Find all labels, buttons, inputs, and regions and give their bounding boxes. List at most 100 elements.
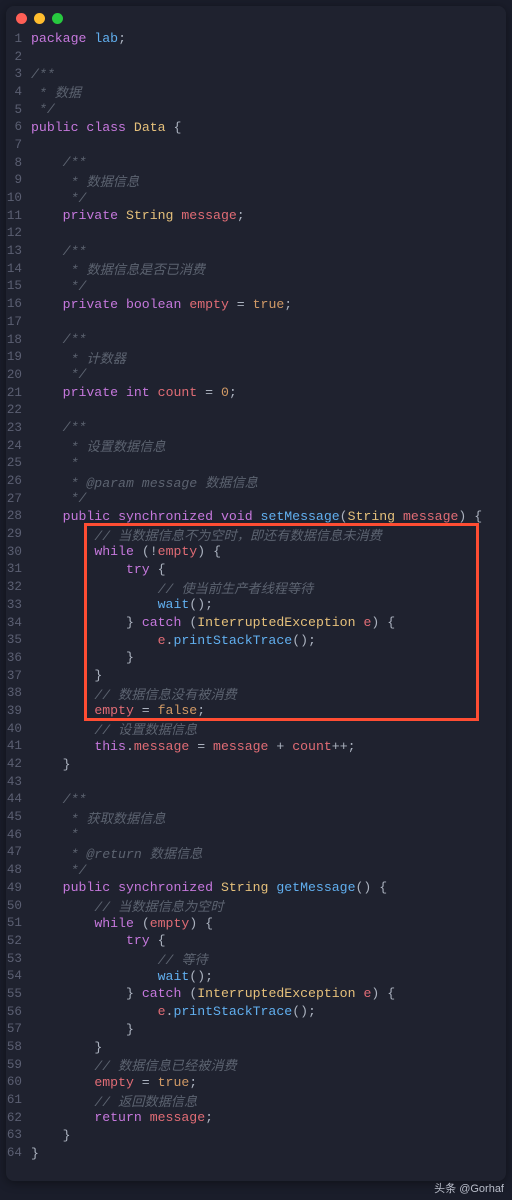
code-line[interactable]: 32 // 使当前生产者线程等待 <box>6 578 506 596</box>
code-line[interactable]: 10 */ <box>6 189 506 207</box>
code-content: /** <box>31 332 506 347</box>
code-line[interactable]: 40 // 设置数据信息 <box>6 720 506 738</box>
code-content: * 数据信息 <box>31 171 506 190</box>
code-content: } <box>31 668 506 683</box>
line-number: 52 <box>6 934 31 948</box>
code-content: /** <box>31 155 506 170</box>
code-line[interactable]: 27 */ <box>6 490 506 508</box>
code-line[interactable]: 2 <box>6 48 506 66</box>
code-line[interactable]: 15 */ <box>6 278 506 296</box>
code-line[interactable]: 43 <box>6 773 506 791</box>
code-line[interactable]: 63 } <box>6 1127 506 1145</box>
code-line[interactable]: 29 // 当数据信息不为空时，即还有数据信息未消费 <box>6 525 506 543</box>
code-line[interactable]: 7 <box>6 136 506 154</box>
code-line[interactable]: 39 empty = false; <box>6 702 506 720</box>
code-line[interactable]: 64} <box>6 1144 506 1162</box>
code-line[interactable]: 60 empty = true; <box>6 1074 506 1092</box>
code-content: * <box>31 456 506 471</box>
code-line[interactable]: 23 /** <box>6 419 506 437</box>
minimize-icon[interactable] <box>34 13 45 24</box>
code-line[interactable]: 4 * 数据 <box>6 83 506 101</box>
code-line[interactable]: 53 // 等待 <box>6 950 506 968</box>
code-line[interactable]: 13 /** <box>6 242 506 260</box>
code-line[interactable]: 35 e.printStackTrace(); <box>6 631 506 649</box>
code-line[interactable]: 17 <box>6 313 506 331</box>
code-content: // 设置数据信息 <box>31 719 506 738</box>
code-line[interactable]: 52 try { <box>6 932 506 950</box>
code-line[interactable]: 16 private boolean empty = true; <box>6 295 506 313</box>
code-line[interactable]: 30 while (!empty) { <box>6 543 506 561</box>
code-line[interactable]: 34 } catch (InterruptedException e) { <box>6 614 506 632</box>
code-window: 1package lab;23/**4 * 数据5 */6public clas… <box>6 6 506 1181</box>
code-line[interactable]: 51 while (empty) { <box>6 914 506 932</box>
line-number: 23 <box>6 421 31 435</box>
code-line[interactable]: 58 } <box>6 1038 506 1056</box>
code-line[interactable]: 22 <box>6 401 506 419</box>
code-line[interactable]: 62 return message; <box>6 1109 506 1127</box>
code-line[interactable]: 11 private String message; <box>6 207 506 225</box>
code-line[interactable]: 5 */ <box>6 101 506 119</box>
code-line[interactable]: 8 /** <box>6 154 506 172</box>
code-line[interactable]: 44 /** <box>6 791 506 809</box>
zoom-icon[interactable] <box>52 13 63 24</box>
line-number: 41 <box>6 739 31 753</box>
line-number: 59 <box>6 1058 31 1072</box>
code-line[interactable]: 61 // 返回数据信息 <box>6 1091 506 1109</box>
code-line[interactable]: 55 } catch (InterruptedException e) { <box>6 985 506 1003</box>
code-line[interactable]: 49 public synchronized String getMessage… <box>6 879 506 897</box>
code-content: */ <box>31 863 506 878</box>
code-line[interactable]: 26 * @param message 数据信息 <box>6 472 506 490</box>
line-number: 18 <box>6 333 31 347</box>
code-line[interactable]: 25 * <box>6 455 506 473</box>
code-line[interactable]: 28 public synchronized void setMessage(S… <box>6 508 506 526</box>
code-line[interactable]: 37 } <box>6 667 506 685</box>
line-number: 22 <box>6 403 31 417</box>
code-content: private String message; <box>31 208 506 223</box>
code-line[interactable]: 42 } <box>6 755 506 773</box>
code-line[interactable]: 9 * 数据信息 <box>6 172 506 190</box>
code-line[interactable]: 31 try { <box>6 561 506 579</box>
line-number: 38 <box>6 686 31 700</box>
line-number: 64 <box>6 1146 31 1160</box>
line-number: 21 <box>6 386 31 400</box>
code-line[interactable]: 45 * 获取数据信息 <box>6 808 506 826</box>
code-line[interactable]: 33 wait(); <box>6 596 506 614</box>
code-line[interactable]: 38 // 数据信息没有被消费 <box>6 684 506 702</box>
code-line[interactable]: 59 // 数据信息已经被消费 <box>6 1056 506 1074</box>
code-line[interactable]: 54 wait(); <box>6 967 506 985</box>
window-titlebar <box>6 6 506 30</box>
line-number: 30 <box>6 545 31 559</box>
code-line[interactable]: 46 * <box>6 826 506 844</box>
code-line[interactable]: 50 // 当数据信息为空时 <box>6 897 506 915</box>
code-line[interactable]: 24 * 设置数据信息 <box>6 437 506 455</box>
code-content: while (!empty) { <box>31 544 506 559</box>
code-content: } <box>31 650 506 665</box>
code-editor[interactable]: 1package lab;23/**4 * 数据5 */6public clas… <box>6 30 506 1162</box>
close-icon[interactable] <box>16 13 27 24</box>
code-line[interactable]: 19 * 计数器 <box>6 348 506 366</box>
code-line[interactable]: 57 } <box>6 1021 506 1039</box>
code-line[interactable]: 12 <box>6 225 506 243</box>
code-line[interactable]: 36 } <box>6 649 506 667</box>
line-number: 6 <box>6 120 31 134</box>
code-content: wait(); <box>31 597 506 612</box>
code-line[interactable]: 18 /** <box>6 331 506 349</box>
code-content: /** <box>31 792 506 807</box>
line-number: 45 <box>6 810 31 824</box>
code-content: /** <box>31 244 506 259</box>
code-line[interactable]: 3/** <box>6 65 506 83</box>
code-content: // 当数据信息为空时 <box>31 896 506 915</box>
code-line[interactable]: 20 */ <box>6 366 506 384</box>
code-line[interactable]: 41 this.message = message + count++; <box>6 738 506 756</box>
code-line[interactable]: 14 * 数据信息是否已消费 <box>6 260 506 278</box>
code-line[interactable]: 48 */ <box>6 861 506 879</box>
code-content: } catch (InterruptedException e) { <box>31 615 506 630</box>
line-number: 62 <box>6 1111 31 1125</box>
code-line[interactable]: 47 * @return 数据信息 <box>6 844 506 862</box>
code-content: private int count = 0; <box>31 385 506 400</box>
code-line[interactable]: 21 private int count = 0; <box>6 384 506 402</box>
code-line[interactable]: 56 e.printStackTrace(); <box>6 1003 506 1021</box>
code-content: } <box>31 1128 506 1143</box>
code-line[interactable]: 1package lab; <box>6 30 506 48</box>
code-line[interactable]: 6public class Data { <box>6 118 506 136</box>
